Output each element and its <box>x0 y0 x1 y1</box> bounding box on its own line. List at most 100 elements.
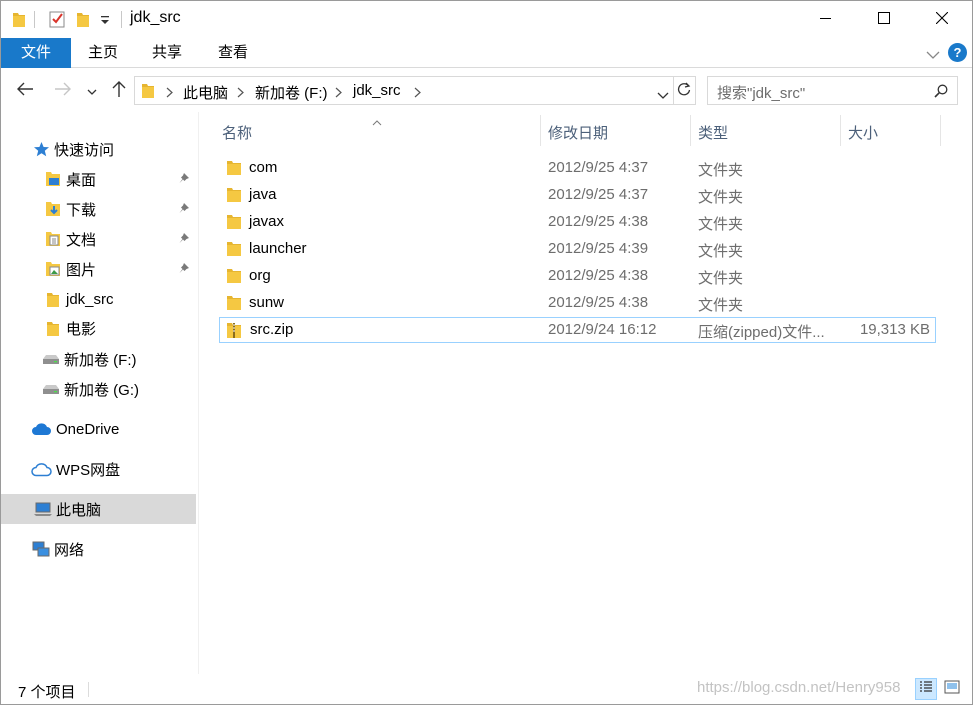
up-button[interactable] <box>108 80 130 102</box>
file-row[interactable]: sunw 2012/9/25 4:38 文件夹 <box>219 290 936 316</box>
recent-locations-button[interactable] <box>84 80 100 102</box>
nav-item-drive-g[interactable]: 新加卷 (G:) <box>42 374 139 404</box>
column-header-size[interactable]: 大小 <box>848 122 878 143</box>
column-divider[interactable] <box>690 115 691 146</box>
nav-label: 快速访问 <box>54 141 115 159</box>
pin-icon[interactable] <box>178 171 190 188</box>
details-view-icon <box>919 680 933 698</box>
search-placeholder: 搜索"jdk_src" <box>717 85 806 102</box>
search-icon[interactable] <box>934 84 948 102</box>
arrow-right-icon <box>54 82 72 100</box>
file-type: 压缩(zipped)文件... <box>698 324 825 341</box>
qat-divider <box>121 11 122 28</box>
file-date: 2012/9/25 4:38 <box>548 213 649 230</box>
breadcrumb-this-pc[interactable]: 此电脑 <box>183 82 228 103</box>
qat-dropdown-icon[interactable] <box>100 13 110 30</box>
status-divider <box>88 682 89 697</box>
maximize-button[interactable] <box>855 0 913 38</box>
nav-label: 下载 <box>66 201 97 219</box>
file-row[interactable]: com 2012/9/25 4:37 文件夹 <box>219 155 936 181</box>
nav-network[interactable]: 网络 <box>32 534 84 564</box>
column-divider[interactable] <box>940 115 941 146</box>
nav-item-downloads[interactable]: 下载 <box>44 194 194 224</box>
details-view-button[interactable] <box>915 678 937 700</box>
breadcrumb-drive-f[interactable]: 新加卷 (F:) <box>255 82 328 103</box>
file-row[interactable]: java 2012/9/25 4:37 文件夹 <box>219 182 936 208</box>
pin-icon[interactable] <box>178 261 190 278</box>
file-type: 文件夹 <box>698 162 744 179</box>
drive-icon <box>42 380 60 398</box>
watermark: https://blog.csdn.net/Henry958 <box>697 679 901 696</box>
nav-quick-access[interactable]: 快速访问 <box>32 134 114 164</box>
file-row[interactable]: org 2012/9/25 4:38 文件夹 <box>219 263 936 289</box>
chevron-right-icon[interactable] <box>335 85 342 102</box>
column-header-date[interactable]: 修改日期 <box>548 122 608 143</box>
refresh-button[interactable] <box>673 76 696 105</box>
star-icon <box>32 140 50 158</box>
chevron-down-icon[interactable] <box>926 47 940 64</box>
file-date: 2012/9/25 4:37 <box>548 159 649 176</box>
nav-wps[interactable]: WPS网盘 <box>30 454 120 484</box>
close-icon <box>935 11 949 28</box>
chevron-right-icon[interactable] <box>414 85 421 102</box>
file-name: javax <box>249 213 285 230</box>
file-name: launcher <box>249 240 307 257</box>
address-bar[interactable]: 此电脑 新加卷 (F:) jdk_src <box>134 76 674 105</box>
folder-icon <box>226 267 244 285</box>
column-divider[interactable] <box>540 115 541 146</box>
arrow-left-icon <box>16 82 34 100</box>
tab-share[interactable]: 共享 <box>140 38 194 68</box>
nav-label: 此电脑 <box>56 501 102 519</box>
back-button[interactable] <box>14 80 36 102</box>
file-row[interactable]: launcher 2012/9/25 4:39 文件夹 <box>219 236 936 262</box>
arrow-up-icon <box>112 80 126 102</box>
nav-item-pictures[interactable]: 图片 <box>44 254 194 284</box>
new-folder-icon[interactable] <box>76 11 90 32</box>
minimize-icon <box>820 11 832 28</box>
desktop-icon <box>44 170 62 188</box>
picture-icon <box>44 260 62 278</box>
file-type: 文件夹 <box>698 297 744 314</box>
file-row[interactable]: src.zip 2012/9/24 16:12 压缩(zipped)文件... … <box>219 317 936 343</box>
close-button[interactable] <box>913 0 971 38</box>
file-date: 2012/9/25 4:39 <box>548 240 649 257</box>
folder-icon <box>226 186 244 204</box>
maximize-icon <box>878 11 890 28</box>
file-size: 19,313 KB <box>859 321 930 338</box>
file-row[interactable]: javax 2012/9/25 4:38 文件夹 <box>219 209 936 235</box>
column-header-name[interactable]: 名称 <box>222 122 252 143</box>
column-divider[interactable] <box>840 115 841 146</box>
forward-button[interactable] <box>52 80 74 102</box>
pin-icon[interactable] <box>178 201 190 218</box>
network-icon <box>32 540 50 558</box>
nav-label: 文档 <box>66 231 97 249</box>
window-title: jdk_src <box>130 9 181 26</box>
nav-this-pc[interactable]: 此电脑 <box>1 494 196 524</box>
file-name: com <box>249 159 278 176</box>
nav-item-drive-f[interactable]: 新加卷 (F:) <box>42 344 137 374</box>
nav-item-desktop[interactable]: 桌面 <box>44 164 194 194</box>
minimize-button[interactable] <box>797 0 855 38</box>
nav-label: 新加卷 (G:) <box>64 381 139 399</box>
chevron-right-icon[interactable] <box>166 85 173 102</box>
file-type: 文件夹 <box>698 189 744 206</box>
breadcrumb-jdk-src[interactable]: jdk_src <box>353 82 401 99</box>
tab-file[interactable]: 文件 <box>1 38 71 68</box>
pin-icon[interactable] <box>178 231 190 248</box>
tab-home[interactable]: 主页 <box>76 38 130 68</box>
chevron-right-icon[interactable] <box>237 85 244 102</box>
properties-icon[interactable] <box>48 10 66 32</box>
folder-icon <box>226 240 244 258</box>
nav-item-documents[interactable]: 文档 <box>44 224 194 254</box>
nav-item-movies[interactable]: 电影 <box>44 313 96 343</box>
file-name: java <box>249 186 277 203</box>
large-icons-view-button[interactable] <box>941 678 963 700</box>
help-icon[interactable]: ? <box>948 43 967 62</box>
nav-onedrive[interactable]: OneDrive <box>30 414 119 444</box>
search-input[interactable]: 搜索"jdk_src" <box>707 76 958 105</box>
tab-view[interactable]: 查看 <box>206 38 260 68</box>
nav-label: 电影 <box>66 320 97 338</box>
column-header-type[interactable]: 类型 <box>698 122 728 143</box>
nav-item-jdk-src[interactable]: jdk_src <box>44 284 114 314</box>
chevron-down-icon[interactable] <box>657 87 669 104</box>
